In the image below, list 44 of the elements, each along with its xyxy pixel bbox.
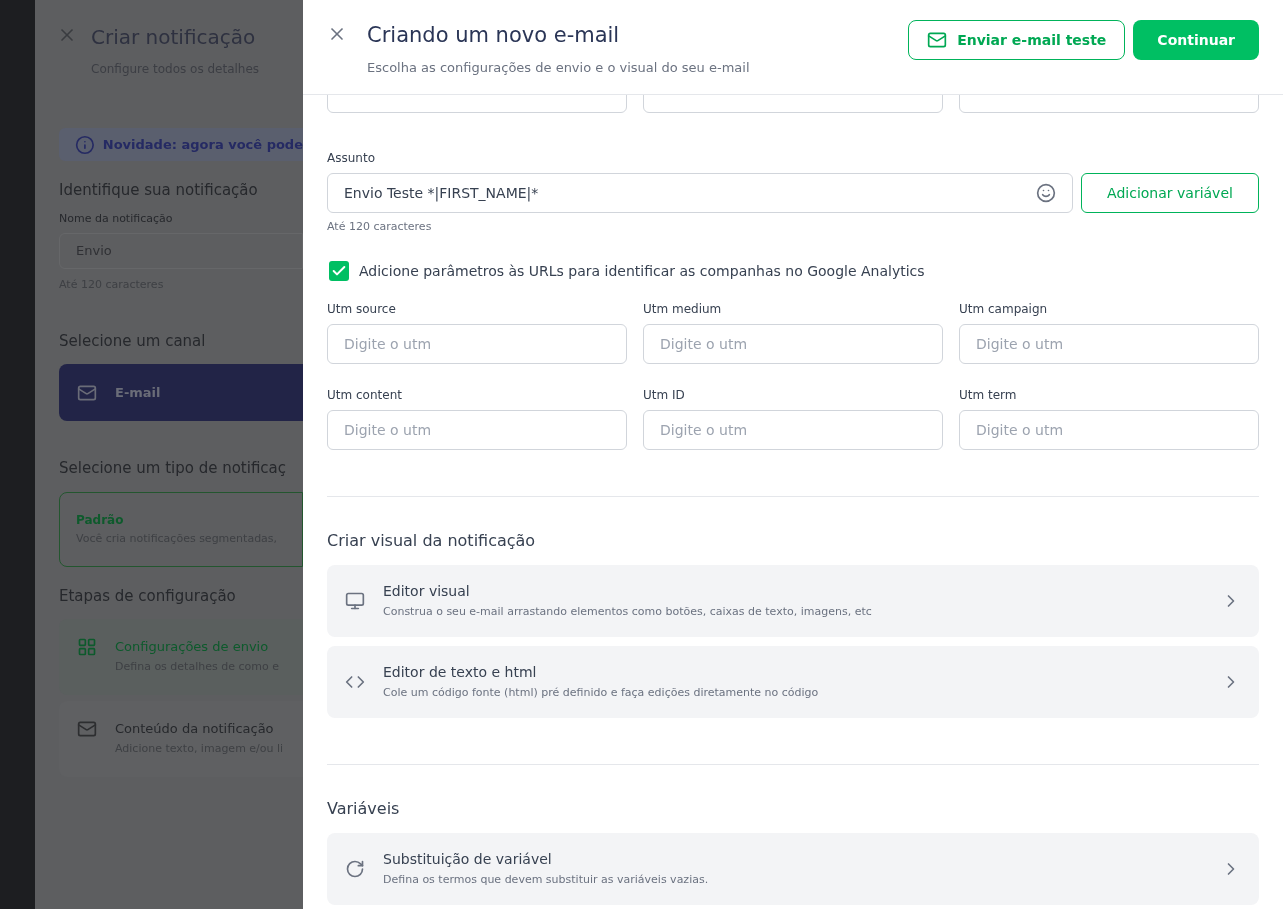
step-title: Conteúdo da notificação: [115, 720, 275, 738]
monitor-icon: [345, 590, 365, 611]
editor-option[interactable]: Editor visual Construa o seu e-mail arrastando elementos como botões, caixas de texto, imagens, etc: [327, 564, 1259, 637]
field-label: Utm ID: [643, 386, 686, 404]
option-description: Construa o seu e-mail arrastando elementos como botões, caixas de texto, imagens, etc: [383, 603, 873, 620]
option-title: Editor de texto e html: [383, 662, 538, 682]
utm-field[interactable]: Digite o utm: [327, 409, 627, 450]
utm-field[interactable]: Digite o utm: [959, 323, 1259, 364]
type-title: Padrão: [76, 511, 125, 529]
info-icon: [75, 134, 95, 155]
drawer-subtitle: Escolha as configurações de envio e o visual do seu e-mail: [367, 58, 750, 77]
section-heading: Criar visual da notificação: [327, 529, 537, 552]
editor-option[interactable]: Editor de texto e html Cole um código fonte (html) pré definido e faça edições diretamente no código: [327, 645, 1259, 718]
checkbox-label: Adicione parâmetros às URLs para identificar as companhas no Google Analytics: [359, 261, 925, 281]
option-description: Cole um código fonte (html) pré definido e faça edições diretamente no código: [383, 684, 820, 701]
field-label: Utm term: [959, 386, 1018, 404]
option-description: Defina os termos que devem substituir as variáveis vazias.: [383, 871, 710, 888]
mail-icon: [77, 719, 97, 739]
utm-field[interactable]: Digite o utm: [959, 409, 1259, 450]
field-label: Utm content: [327, 386, 403, 404]
field-hint: Até 120 caracteres: [327, 219, 433, 235]
mail-icon: [927, 30, 948, 50]
utm-field[interactable]: Digite o utm: [643, 409, 943, 450]
checkbox[interactable]: [329, 261, 349, 281]
emoji-icon[interactable]: [1036, 183, 1056, 203]
section-heading: Variáveis: [327, 797, 401, 820]
field-label: Assunto: [327, 150, 376, 167]
field-label: Utm medium: [643, 300, 723, 318]
utm-field[interactable]: Digite o utm: [327, 323, 627, 364]
editor-option[interactable]: Substituição de variável Defina os termos que devem substituir as variáveis vazias.: [327, 832, 1259, 905]
utm-field[interactable]: Digite o utm: [643, 323, 943, 364]
field-label: Utm source: [327, 300, 397, 318]
refresh-icon: [345, 858, 365, 879]
option-title: Editor visual: [383, 581, 471, 601]
step-title: Configurações de envio: [115, 638, 270, 656]
option-title: Substituição de variável: [383, 849, 553, 869]
subject-field[interactable]: Envio Teste *|FIRST_NAME|*: [327, 173, 1073, 213]
add-variable-button[interactable]: Adicionar variável: [1081, 173, 1259, 213]
grid-icon: [77, 637, 97, 657]
field-label: Utm campaign: [959, 300, 1049, 318]
drawer-title: Criando um novo e-mail: [367, 22, 621, 49]
send-test-button[interactable]: Enviar e-mail teste: [908, 20, 1126, 60]
continue-button[interactable]: Continuar: [1133, 20, 1259, 60]
channel-option[interactable]: E-mail: [59, 364, 303, 421]
